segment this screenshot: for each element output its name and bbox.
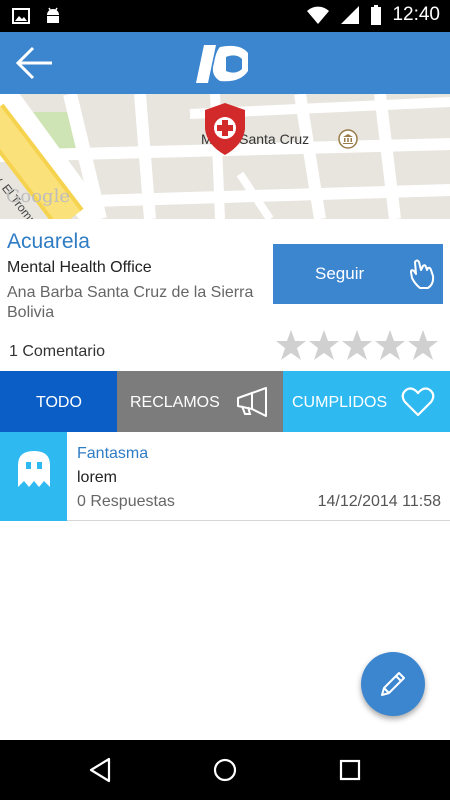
signal-icon (341, 6, 360, 24)
post-replies: 0 Respuestas (77, 493, 175, 510)
clock: 12:40 (392, 4, 440, 25)
post-author[interactable]: Fantasma (77, 445, 148, 463)
post-date: 14/12/2014 11:58 (317, 493, 441, 510)
star-icon[interactable] (308, 328, 340, 362)
app-logo-icon (196, 45, 248, 83)
museum-icon (338, 129, 358, 149)
hand-pointer-icon (410, 259, 435, 289)
wifi-icon (307, 6, 330, 24)
status-bar: 12:40 (0, 0, 450, 32)
avatar (0, 432, 67, 521)
follow-button[interactable]: Seguir (273, 244, 443, 304)
place-address: Ana Barba Santa Cruz de la Sierra Bolivi… (7, 284, 254, 321)
star-icon[interactable] (341, 328, 373, 362)
star-icon[interactable] (407, 328, 439, 362)
google-watermark: Google (6, 186, 70, 207)
back-triangle-icon[interactable] (88, 757, 112, 783)
post-text: lorem (77, 469, 118, 486)
recents-square-icon[interactable] (338, 758, 362, 782)
system-nav-bar (0, 740, 450, 800)
app-bar (0, 32, 450, 94)
tab-todo-label: TODO (36, 394, 82, 411)
place-details: Acuarela Mental Health Office Ana Barba … (0, 219, 450, 371)
comments-count[interactable]: 1 Comentario (9, 343, 105, 361)
hospital-marker-icon[interactable] (203, 101, 247, 157)
image-icon (12, 8, 30, 24)
star-icon[interactable] (374, 328, 406, 362)
place-name: Acuarela (7, 230, 90, 253)
android-icon (47, 7, 59, 23)
place-type: Mental Health Office (7, 259, 152, 276)
filter-tabs: TODO RECLAMOS CUMPLIDOS (0, 371, 450, 432)
tab-reclamos[interactable]: RECLAMOS (117, 371, 283, 432)
list-item[interactable]: Fantasma lorem 0 Respuestas 14/12/2014 1… (0, 432, 450, 521)
battery-icon (371, 5, 382, 25)
megaphone-icon (237, 387, 267, 417)
pencil-icon (381, 672, 405, 696)
star-icon[interactable] (275, 328, 307, 362)
home-circle-icon[interactable] (212, 757, 238, 783)
tab-cumplidos-label: CUMPLIDOS (292, 394, 388, 411)
ghost-icon (18, 451, 50, 487)
arrow-left-icon[interactable] (14, 44, 54, 82)
tab-reclamos-label: RECLAMOS (130, 394, 220, 411)
follow-button-label: Seguir (315, 264, 365, 283)
tab-cumplidos[interactable]: CUMPLIDOS (283, 371, 450, 432)
compose-button[interactable] (361, 652, 425, 716)
map[interactable]: Av. El Trompillo M ion Santa Cruz Google (0, 94, 450, 219)
heart-icon (401, 387, 435, 417)
tab-todo[interactable]: TODO (0, 371, 117, 432)
rating-stars[interactable] (275, 328, 439, 362)
